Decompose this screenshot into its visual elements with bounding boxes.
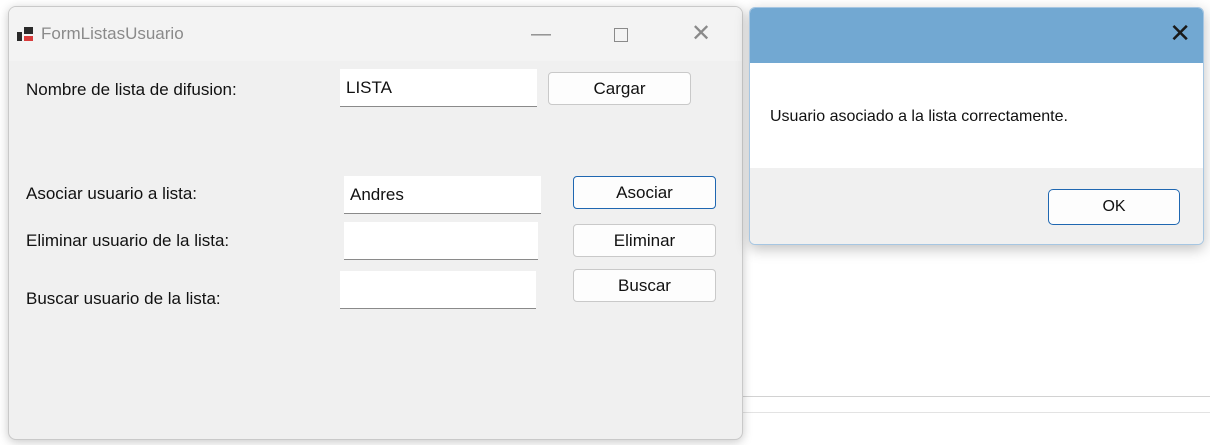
form-window: FormListasUsuario — ✕ Nombre de lista de… <box>8 6 743 440</box>
buscar-button[interactable]: Buscar <box>573 269 716 302</box>
background-divider <box>740 396 1210 397</box>
message-text: Usuario asociado a la lista correctament… <box>770 108 1068 125</box>
eliminar-button[interactable]: Eliminar <box>573 224 716 257</box>
title-bar[interactable]: FormListasUsuario — ✕ <box>9 7 742 61</box>
maximize-icon <box>614 28 628 42</box>
asociar-input[interactable] <box>344 176 541 214</box>
minimize-button[interactable]: — <box>521 19 561 49</box>
close-button[interactable]: ✕ <box>681 19 721 49</box>
cargar-button[interactable]: Cargar <box>548 72 691 105</box>
message-box: ✕ Usuario asociado a la lista correctame… <box>749 7 1204 245</box>
eliminar-label: Eliminar usuario de la lista: <box>26 231 230 250</box>
maximize-button[interactable] <box>601 19 641 49</box>
asociar-label: Asociar usuario a lista: <box>26 184 198 203</box>
buscar-label: Buscar usuario de la lista: <box>26 289 221 308</box>
buscar-input[interactable] <box>340 271 536 309</box>
asociar-button[interactable]: Asociar <box>573 176 716 209</box>
lista-label: Nombre de lista de difusion: <box>26 80 237 99</box>
message-box-title-bar[interactable]: ✕ <box>750 8 1203 63</box>
app-icon <box>17 27 33 41</box>
background-divider-2 <box>740 412 1210 413</box>
ok-button[interactable]: OK <box>1048 189 1180 225</box>
message-box-close-button[interactable]: ✕ <box>1169 18 1191 49</box>
lista-input[interactable] <box>340 69 537 107</box>
window-title: FormListasUsuario <box>41 24 184 43</box>
eliminar-input[interactable] <box>344 222 538 260</box>
